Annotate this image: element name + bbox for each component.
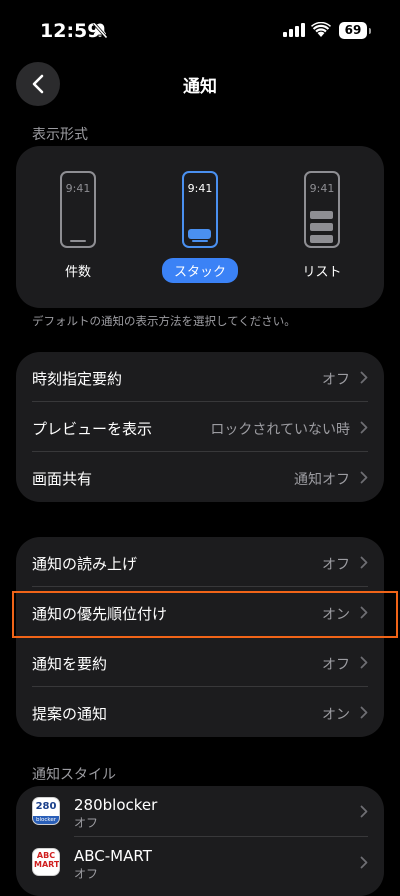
phone-home-bar [70,240,86,242]
notification-style-section-label: 通知スタイル [32,767,116,783]
chevron-right-icon [360,556,368,569]
phone-home-bar [192,240,208,242]
chevron-right-icon [360,421,368,434]
battery-tip [369,28,371,34]
app-row-abc-mart[interactable]: ABC MART ABC-MART オフ [16,837,384,887]
row-value: ロックされていない時 [210,422,350,438]
row-label: 時刻指定要約 [32,370,123,388]
app-icon-abc-mart: ABC MART [32,848,60,876]
list-notification-bar [310,223,333,231]
page-title: 通知 [183,77,217,97]
settings-group-1: 時刻指定要約 オフ プレビューを表示 ロックされていない時 画面共有 通知オフ [16,352,384,502]
row-scheduled-summary[interactable]: 時刻指定要約 オフ [16,352,384,402]
highlight-box [12,591,398,638]
app-icon-text: 280 [35,801,57,812]
list-phone-preview: 9:41 [304,171,340,248]
phone-preview-time: 9:41 [309,182,335,195]
display-style-caption: デフォルトの通知の表示方法を選択してください。 [32,314,296,328]
app-name: ABC-MART [74,847,152,865]
row-announce-notifications[interactable]: 通知の読み上げ オフ [16,537,384,587]
phone-preview-time: 9:41 [187,182,213,195]
app-icon-280blocker: 280 blocker [32,797,60,825]
row-label: 通知の読み上げ [32,555,138,573]
list-notification-bar [310,211,333,219]
row-suggested-notifications[interactable]: 提案の通知 オン [16,687,384,737]
cellular-signal-icon [283,23,305,37]
style-option-stack[interactable]: 9:41 スタック [150,171,250,283]
row-value: オフ [322,657,350,673]
row-label: プレビューを表示 [32,420,153,438]
stack-phone-preview: 9:41 [182,171,218,248]
row-label: 通知を要約 [32,655,108,673]
row-value: オフ [322,557,350,573]
row-summarize-notifications[interactable]: 通知を要約 オフ [16,637,384,687]
phone-preview-time: 9:41 [65,182,91,195]
chevron-right-icon [360,471,368,484]
app-subtitle: オフ [74,816,99,830]
chevron-right-icon [360,656,368,669]
style-option-list[interactable]: 9:41 リスト [272,171,372,280]
app-subtitle: オフ [74,867,99,881]
row-value: 通知オフ [294,472,350,488]
wifi-icon [311,22,331,37]
app-row-280blocker[interactable]: 280 blocker 280blocker オフ [16,786,384,836]
display-style-card: 9:41 件数 9:41 スタック 9:41 リスト [16,146,384,308]
style-option-count[interactable]: 9:41 件数 [28,171,128,280]
style-option-label-selected: スタック [161,258,238,283]
stack-notification-pill [188,229,211,239]
app-icon-text: ABC MART [34,851,60,869]
chevron-right-icon [360,805,368,818]
bell-off-icon [92,22,108,39]
list-notification-bar [310,235,333,243]
app-name: 280blocker [74,796,158,814]
row-value: オフ [322,372,350,388]
chevron-right-icon [360,706,368,719]
status-bar: 12:59 69 [0,0,400,60]
row-value: オン [322,707,350,723]
count-phone-preview: 9:41 [60,171,96,248]
row-screen-sharing[interactable]: 画面共有 通知オフ [16,452,384,502]
style-option-label: 件数 [64,265,91,280]
style-option-label: リスト [302,265,342,280]
display-style-section-label: 表示形式 [32,127,88,143]
row-show-previews[interactable]: プレビューを表示 ロックされていない時 [16,402,384,452]
row-label: 画面共有 [32,470,93,488]
battery-indicator: 69 [339,22,367,39]
chevron-right-icon [360,856,368,869]
app-list-card: 280 blocker 280blocker オフ ABC MART ABC-M… [16,786,384,896]
row-label: 提案の通知 [32,705,108,723]
chevron-right-icon [360,371,368,384]
app-icon-subtext: blocker [33,816,59,824]
